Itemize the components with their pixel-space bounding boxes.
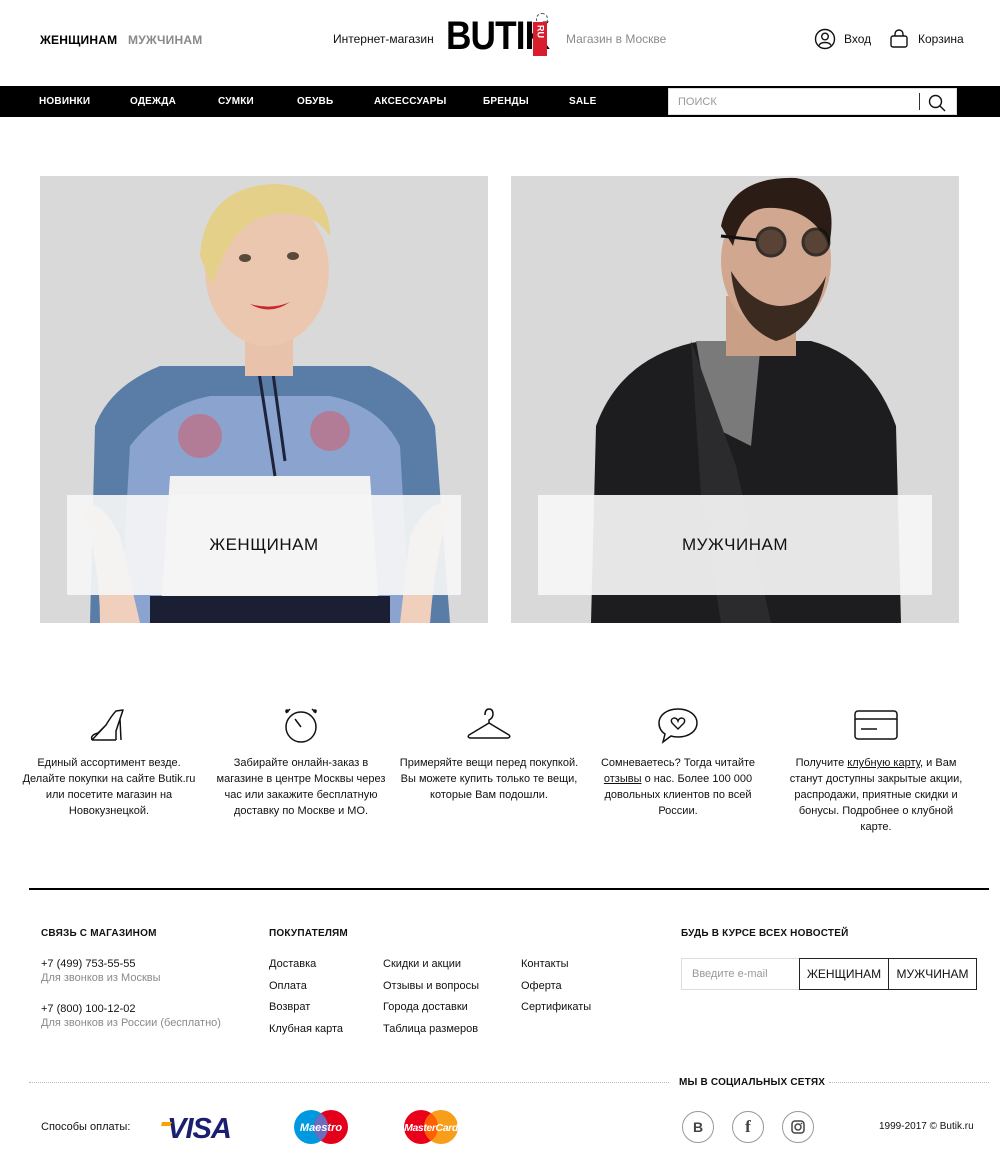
shoe-icon	[90, 709, 124, 741]
feature-text: Сомневаетесь? Тогда читайте отзывы о нас…	[600, 757, 756, 817]
men-hero-label: МУЖЧИНАМ	[538, 495, 932, 595]
footer-divider	[29, 888, 989, 890]
email-input[interactable]	[681, 958, 800, 990]
dotted-divider-right	[829, 1082, 989, 1083]
nav-item-brands[interactable]: БРЕНДЫ	[483, 96, 529, 107]
login-label: Вход	[844, 32, 872, 46]
footer-link-club-card[interactable]: Клубная карта	[269, 1023, 343, 1035]
hanger-icon	[467, 708, 511, 739]
footer-link-return[interactable]: Возврат	[269, 1001, 310, 1013]
feature-text: Единый ассортимент везде. Делайте покупк…	[22, 757, 196, 817]
svg-text:VISA: VISA	[167, 1113, 231, 1142]
butik-logo[interactable]: BUTIK RU	[446, 13, 556, 58]
user-icon	[814, 28, 836, 50]
feature-text: Примеряйте вещи перед покупкой. Вы может…	[399, 757, 579, 801]
visa-logo: VISA	[161, 1113, 232, 1142]
search-input[interactable]	[669, 89, 919, 114]
login-button[interactable]: Вход	[814, 28, 871, 50]
phone-russia-note: Для звонков из России (бесплатно)	[41, 1017, 221, 1029]
svg-text:Maestro: Maestro	[300, 1122, 342, 1134]
mastercard-logo: MasterCard	[404, 1110, 459, 1144]
copyright: 1999-2017 © Butik.ru	[879, 1121, 974, 1132]
footer-link-certificates[interactable]: Сертификаты	[521, 1001, 591, 1013]
footer-link-offer[interactable]: Оферта	[521, 980, 562, 992]
search-divider	[919, 93, 920, 110]
nav-item-clothes[interactable]: ОДЕЖДА	[130, 96, 176, 107]
footer-link-delivery[interactable]: Доставка	[269, 958, 316, 970]
feature-club-card: Получите клубную карту, и Вам станут дос…	[785, 705, 967, 835]
phone-moscow[interactable]: +7 (499) 753-55-55	[41, 958, 135, 970]
card-icon	[854, 710, 898, 740]
alarm-clock-icon	[285, 708, 317, 743]
feature-assortment: Единый ассортимент везде. Делайте покупк…	[18, 705, 200, 819]
search-box	[668, 88, 957, 115]
footer-link-contacts[interactable]: Контакты	[521, 958, 569, 970]
vk-icon[interactable]: B	[682, 1111, 714, 1143]
news-title: БУДЬ В КУРСЕ ВСЕХ НОВОСТЕЙ	[681, 928, 849, 939]
cart-label: Корзина	[918, 32, 964, 46]
footer-link-reviews[interactable]: Отзывы и вопросы	[383, 980, 479, 992]
nav-item-bags[interactable]: СУМКИ	[218, 96, 254, 107]
phone-moscow-note: Для звонков из Москвы	[41, 972, 161, 984]
site-header: ЖЕНЩИНАМ МУЖЧИНАМ Интернет-магазин BUTIK…	[0, 0, 1000, 86]
feature-text: Забирайте онлайн-заказ в магазине в цент…	[216, 757, 386, 817]
facebook-icon[interactable]: f	[732, 1111, 764, 1143]
nav-item-sale[interactable]: SALE	[569, 96, 596, 107]
payment-label: Способы оплаты:	[41, 1121, 131, 1133]
footer-link-sizes[interactable]: Таблица размеров	[383, 1023, 478, 1035]
feature-pickup: Забирайте онлайн-заказ в магазине в цент…	[210, 705, 392, 819]
feature-reviews: Сомневаетесь? Тогда читайте отзывы о нас…	[587, 705, 769, 819]
women-hero-card[interactable]: ЖЕНЩИНАМ	[40, 176, 488, 623]
search-icon[interactable]	[927, 93, 947, 113]
club-card-link[interactable]: клубную карту	[847, 757, 920, 769]
phone-russia[interactable]: +7 (800) 100-12-02	[41, 1003, 135, 1015]
subscribe-men-button[interactable]: МУЖЧИНАМ	[888, 958, 977, 990]
buyers-title: ПОКУПАТЕЛЯМ	[269, 928, 348, 939]
maestro-logo: Maestro	[294, 1110, 348, 1144]
footer-link-cities[interactable]: Города доставки	[383, 1001, 468, 1013]
footer-link-discounts[interactable]: Скидки и акции	[383, 958, 461, 970]
subscribe-women-button[interactable]: ЖЕНЩИНАМ	[799, 958, 889, 990]
women-hero-label: ЖЕНЩИНАМ	[67, 495, 461, 595]
footer-link-payment[interactable]: Оплата	[269, 980, 307, 992]
nav-item-accessories[interactable]: АКСЕССУАРЫ	[374, 96, 447, 107]
online-shop-label: Интернет-магазин	[333, 32, 434, 46]
nav-item-shoes[interactable]: ОБУВЬ	[297, 96, 333, 107]
logo-tag: RU	[533, 22, 547, 56]
social-title: МЫ В СОЦИАЛЬНЫХ СЕТЯХ	[679, 1077, 826, 1088]
svg-text:MasterCard: MasterCard	[404, 1122, 459, 1134]
feature-fitting: Примеряйте вещи перед покупкой. Вы может…	[398, 705, 580, 803]
moscow-shop-link[interactable]: Магазин в Москве	[566, 32, 666, 46]
heart-chat-icon	[658, 708, 698, 744]
bag-icon	[890, 29, 908, 48]
reviews-link[interactable]: отзывы	[604, 773, 642, 785]
nav-item-new[interactable]: НОВИНКИ	[39, 96, 90, 107]
men-link[interactable]: МУЖЧИНАМ	[128, 33, 202, 47]
instagram-icon[interactable]	[782, 1111, 814, 1143]
dotted-divider-left	[29, 1082, 669, 1083]
men-hero-card[interactable]: МУЖЧИНАМ	[511, 176, 959, 623]
feature-text: Получите клубную карту, и Вам станут дос…	[789, 757, 963, 833]
contact-title: СВЯЗЬ С МАГАЗИНОМ	[41, 928, 157, 939]
cart-button[interactable]: Корзина	[888, 28, 964, 50]
women-link[interactable]: ЖЕНЩИНАМ	[40, 33, 117, 47]
